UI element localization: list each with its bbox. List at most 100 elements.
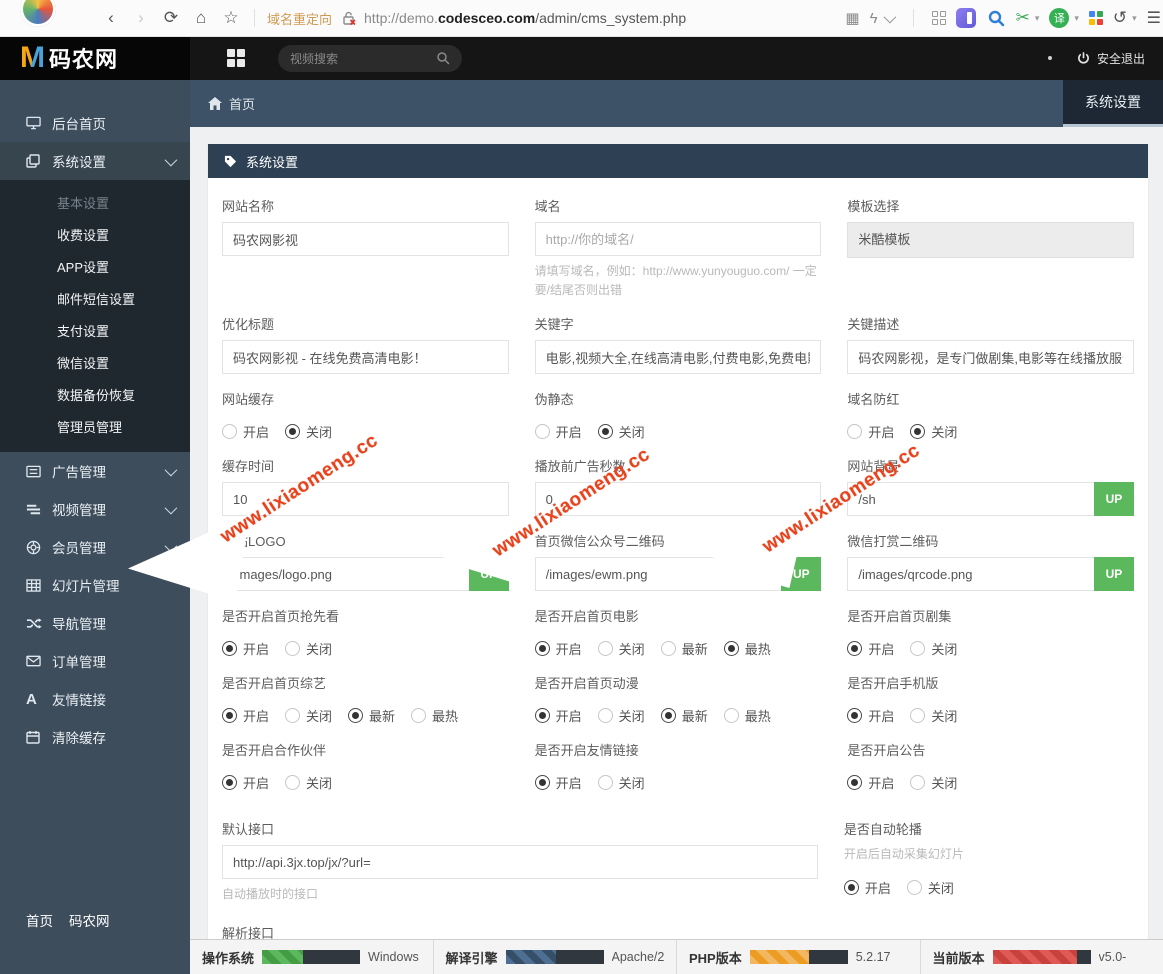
radio-option-最新[interactable]: 最新 — [348, 706, 395, 725]
app-logo[interactable]: M 码农网 — [0, 36, 190, 80]
text-input[interactable] — [535, 222, 822, 256]
radio-option-最热[interactable]: 最热 — [724, 706, 771, 725]
sidebar-item-后台首页[interactable]: 后台首页 — [0, 104, 190, 142]
chevron-down-icon[interactable] — [883, 10, 896, 23]
radio-option-关闭[interactable]: 关闭 — [285, 422, 332, 441]
insecure-lock-icon[interactable] — [342, 11, 356, 25]
radio-circle[interactable] — [910, 641, 925, 656]
text-input[interactable] — [222, 222, 509, 256]
radio-circle[interactable] — [535, 641, 550, 656]
text-input[interactable] — [535, 340, 822, 374]
text-input[interactable] — [847, 340, 1134, 374]
caret-icon[interactable]: ▾ — [1035, 13, 1040, 24]
radio-circle[interactable] — [285, 641, 300, 656]
radio-option-开启[interactable]: 开启 — [222, 706, 269, 725]
sidebar-item-视频管理[interactable]: 视频管理 — [0, 490, 190, 528]
radio-circle[interactable] — [661, 641, 676, 656]
radio-option-关闭[interactable]: 关闭 — [598, 422, 645, 441]
radio-circle[interactable] — [598, 708, 613, 723]
ext-grid-icon[interactable] — [932, 11, 946, 25]
tab-system-settings[interactable]: 系统设置 — [1063, 80, 1163, 127]
submenu-item-邮件短信设置[interactable]: 邮件短信设置 — [0, 284, 190, 316]
radio-option-开启[interactable]: 开启 — [222, 639, 269, 658]
sidebar-item-友情链接[interactable]: A友情链接 — [0, 680, 190, 718]
radio-option-开启[interactable]: 开启 — [844, 878, 891, 897]
radio-option-关闭[interactable]: 关闭 — [598, 706, 645, 725]
undo-icon[interactable]: ↺ — [1113, 8, 1127, 28]
radio-option-开启[interactable]: 开启 — [222, 422, 269, 441]
redirect-badge[interactable]: 域名重定向 — [267, 9, 332, 28]
radio-circle[interactable] — [535, 775, 550, 790]
radio-option-关闭[interactable]: 关闭 — [598, 639, 645, 658]
radio-circle[interactable] — [285, 775, 300, 790]
radio-option-开启[interactable]: 开启 — [847, 706, 894, 725]
radio-circle[interactable] — [348, 708, 363, 723]
radio-option-开启[interactable]: 开启 — [847, 422, 894, 441]
footer-link-home[interactable]: 首页 — [26, 910, 53, 930]
radio-option-开启[interactable]: 开启 — [535, 639, 582, 658]
text-input[interactable] — [847, 482, 1094, 516]
radio-circle[interactable] — [535, 708, 550, 723]
menu-icon[interactable]: ☰ — [1147, 8, 1161, 28]
radio-circle[interactable] — [222, 641, 237, 656]
radio-option-关闭[interactable]: 关闭 — [910, 639, 957, 658]
apps-grid-icon[interactable] — [227, 49, 245, 67]
radio-option-关闭[interactable]: 关闭 — [910, 422, 957, 441]
radio-option-关闭[interactable]: 关闭 — [910, 773, 957, 792]
submenu-item-微信设置[interactable]: 微信设置 — [0, 348, 190, 380]
footer-link-site[interactable]: 码农网 — [69, 910, 110, 930]
radio-circle[interactable] — [222, 775, 237, 790]
radio-circle[interactable] — [285, 424, 300, 439]
radio-option-开启[interactable]: 开启 — [535, 773, 582, 792]
radio-circle[interactable] — [910, 775, 925, 790]
radio-circle[interactable] — [907, 880, 922, 895]
ext-colors-icon[interactable] — [1089, 11, 1103, 25]
radio-circle[interactable] — [222, 708, 237, 723]
radio-circle[interactable] — [724, 708, 739, 723]
caret-icon[interactable]: ▾ — [1132, 13, 1137, 24]
radio-option-最热[interactable]: 最热 — [411, 706, 458, 725]
radio-circle[interactable] — [847, 424, 862, 439]
radio-circle[interactable] — [724, 641, 739, 656]
submenu-item-基本设置[interactable]: 基本设置 — [0, 188, 190, 220]
breadcrumb-home[interactable]: 首页 — [190, 94, 255, 113]
radio-circle[interactable] — [598, 424, 613, 439]
radio-option-最热[interactable]: 最热 — [724, 639, 771, 658]
radio-option-开启[interactable]: 开启 — [847, 639, 894, 658]
back-icon[interactable]: ‹ — [96, 8, 126, 28]
text-input[interactable] — [222, 557, 469, 591]
sidebar-item-广告管理[interactable]: 广告管理 — [0, 452, 190, 490]
reload-icon[interactable]: ⟳ — [156, 8, 186, 28]
radio-option-关闭[interactable]: 关闭 — [910, 706, 957, 725]
radio-option-关闭[interactable]: 关闭 — [598, 773, 645, 792]
ext-translate-icon[interactable]: 译 — [1049, 8, 1069, 28]
search-icon[interactable] — [436, 51, 450, 65]
radio-circle[interactable] — [847, 775, 862, 790]
qr-grid-icon[interactable]: ▦ — [845, 9, 859, 27]
radio-circle[interactable] — [535, 424, 550, 439]
submenu-item-支付设置[interactable]: 支付设置 — [0, 316, 190, 348]
sidebar-item-系统设置[interactable]: 系统设置 — [0, 142, 190, 180]
radio-circle[interactable] — [910, 424, 925, 439]
radio-option-关闭[interactable]: 关闭 — [285, 773, 332, 792]
submenu-item-收费设置[interactable]: 收费设置 — [0, 220, 190, 252]
url-text[interactable]: http://demo.codesceo.com/admin/cms_syste… — [364, 10, 686, 26]
caret-icon[interactable]: ▾ — [1074, 13, 1079, 24]
radio-circle[interactable] — [598, 641, 613, 656]
radio-option-关闭[interactable]: 关闭 — [285, 706, 332, 725]
radio-option-开启[interactable]: 开启 — [535, 706, 582, 725]
radio-circle[interactable] — [847, 641, 862, 656]
text-input[interactable] — [222, 340, 509, 374]
submenu-item-数据备份恢复[interactable]: 数据备份恢复 — [0, 380, 190, 412]
bookmark-star-icon[interactable]: ☆ — [216, 8, 246, 28]
radio-option-最新[interactable]: 最新 — [661, 639, 708, 658]
ext-search-icon[interactable] — [986, 8, 1006, 28]
sidebar-item-导航管理[interactable]: 导航管理 — [0, 604, 190, 642]
upload-button[interactable]: UP — [1094, 557, 1134, 591]
radio-circle[interactable] — [910, 708, 925, 723]
default-api-input[interactable] — [222, 845, 818, 879]
radio-circle[interactable] — [844, 880, 859, 895]
submenu-item-APP设置[interactable]: APP设置 — [0, 252, 190, 284]
radio-circle[interactable] — [847, 708, 862, 723]
radio-circle[interactable] — [222, 424, 237, 439]
